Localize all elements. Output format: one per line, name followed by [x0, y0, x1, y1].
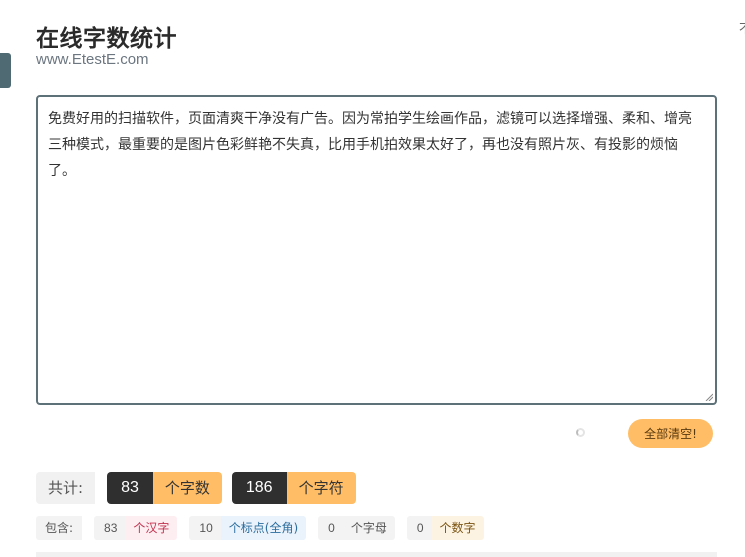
- breakdown-label: 包含:: [36, 516, 83, 540]
- char-count-badge: 186 个字符: [231, 472, 356, 504]
- side-tab[interactable]: [0, 53, 11, 88]
- word-count-unit: 个字数: [152, 472, 222, 504]
- punct-count-label: 个标点(全角): [220, 516, 307, 540]
- totals-bar: 共计: 83 个字数 186 个字符: [36, 472, 356, 504]
- editor-container: 免费好用的扫描软件，页面清爽干净没有广告。因为常拍学生绘画作品，滤镜可以选择增强…: [36, 95, 717, 405]
- totals-label: 共计:: [36, 472, 96, 504]
- digit-count-value: 0: [406, 516, 432, 540]
- char-count-value: 186: [231, 472, 287, 504]
- punct-count-value: 10: [189, 516, 221, 540]
- hanzi-count-tag: 83 个汉字: [94, 516, 178, 540]
- digit-count-label: 个数字: [431, 516, 484, 540]
- page-title: 在线字数统计: [36, 26, 177, 52]
- letter-count-value: 0: [318, 516, 343, 540]
- resize-handle-icon[interactable]: [705, 393, 713, 401]
- digit-count-tag: 0 个数字: [406, 516, 484, 540]
- site-url: www.EtestE.com: [36, 51, 149, 68]
- hanzi-count-label: 个汉字: [125, 516, 178, 540]
- punct-count-tag: 10 个标点(全角): [189, 516, 307, 540]
- letter-count-label: 个字母: [342, 516, 395, 540]
- bottom-bar: [36, 552, 717, 557]
- loading-spinner-icon: [576, 428, 585, 437]
- corner-glyph: 不: [739, 18, 745, 37]
- text-input[interactable]: 免费好用的扫描软件，页面清爽干净没有广告。因为常拍学生绘画作品，滤镜可以选择增强…: [38, 97, 715, 403]
- letter-count-tag: 0 个字母: [318, 516, 395, 540]
- breakdown-bar: 包含: 83 个汉字 10 个标点(全角) 0 个字母 0 个数字: [36, 516, 484, 540]
- char-count-unit: 个字符: [286, 472, 356, 504]
- clear-all-button[interactable]: 全部清空!: [628, 419, 713, 448]
- word-count-badge: 83 个字数: [107, 472, 222, 504]
- hanzi-count-value: 83: [94, 516, 126, 540]
- word-count-value: 83: [107, 472, 153, 504]
